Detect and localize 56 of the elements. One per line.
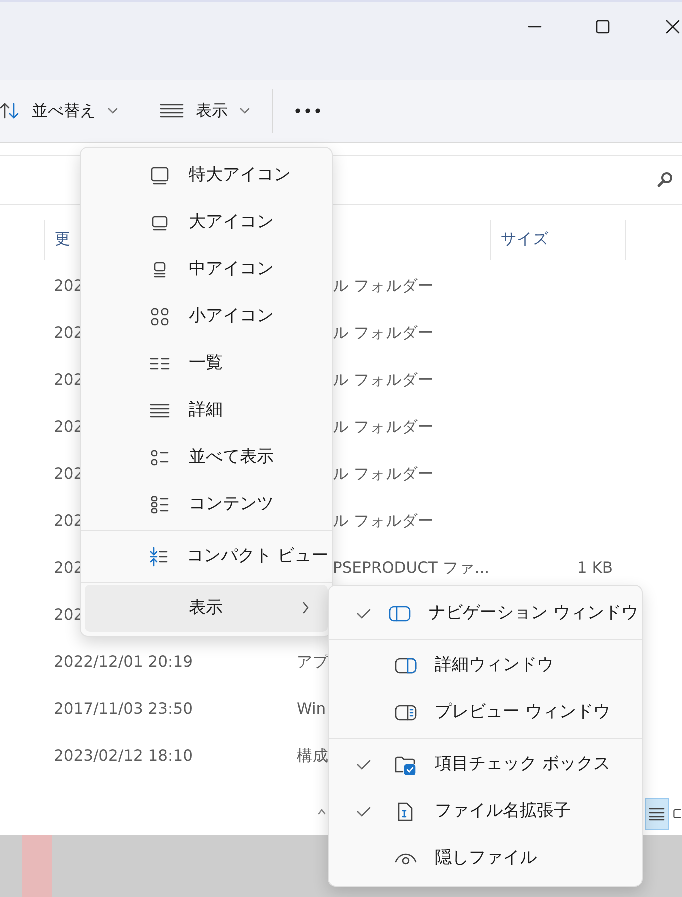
menu-item[interactable]: ナビゲーション ウィンドウ: [333, 590, 638, 637]
menu-item[interactable]: コンテンツ: [85, 481, 328, 528]
content-list-icon: [150, 494, 170, 514]
menu-item[interactable]: 詳細ウィンドウ: [333, 642, 638, 689]
chevron-right-icon: [302, 602, 310, 614]
preview-pane-icon: [395, 702, 417, 722]
type-cell: アプ: [297, 652, 329, 671]
menu-item[interactable]: 項目チェック ボックス: [333, 741, 638, 788]
caret-up-icon: [318, 808, 326, 815]
check-icon: [357, 608, 371, 620]
minimize-icon: [528, 26, 542, 28]
type-cell: ル フォルダー: [333, 370, 434, 389]
date-cell: 2023/02/12 18:10: [54, 746, 193, 765]
size-cell: 1 KB: [577, 558, 613, 577]
type-cell: 構成: [297, 746, 329, 765]
sort-arrows-icon: [0, 101, 20, 121]
menu-item[interactable]: 並べて表示: [85, 434, 328, 481]
tiles-icon: [150, 448, 170, 468]
type-cell: ル フォルダー: [333, 276, 434, 295]
column-header: サイズ: [490, 220, 625, 260]
folder-check-icon: [395, 754, 417, 774]
chevron-down-icon: [108, 106, 118, 116]
date-cell: 2017/11/03 23:50: [54, 700, 193, 718]
more-icon: [295, 108, 321, 114]
menu-item[interactable]: コンパクト ビュー: [85, 533, 328, 580]
pane-icon: [389, 604, 411, 624]
maximize-icon: [595, 19, 611, 35]
menu-item[interactable]: 詳細: [85, 387, 328, 434]
check-icon: [357, 758, 371, 770]
menu-item[interactable]: 特大アイコン: [85, 152, 328, 199]
pane-icon: [395, 656, 417, 676]
details-view-button[interactable]: [645, 798, 669, 830]
menu-item[interactable]: 表示: [85, 585, 328, 632]
compress-icon: [149, 546, 169, 566]
lines-icon: [649, 807, 665, 821]
grid-icon: [150, 306, 170, 326]
menu-item[interactable]: 小アイコン: [85, 293, 328, 340]
menu-item[interactable]: 一覧: [85, 340, 328, 387]
type-cell: ル フォルダー: [333, 418, 434, 436]
type-cell: Win: [297, 700, 326, 718]
menu-item[interactable]: プレビュー ウィンドウ: [333, 689, 638, 736]
screen-icon: [150, 166, 170, 186]
background-stripe: [22, 835, 52, 897]
chevron-down-icon: [240, 106, 250, 116]
check-icon: [357, 806, 371, 818]
type-cell: ル フォルダー: [333, 464, 434, 483]
menu-item[interactable]: ファイル名拡張子: [333, 788, 638, 835]
view-button[interactable]: 表示: [152, 93, 258, 129]
menu-item[interactable]: 隠しファイル: [333, 835, 638, 882]
type-cell: ル フォルダー: [333, 324, 434, 342]
sort-button[interactable]: 並べ替え: [0, 93, 126, 129]
search-icon: [656, 171, 674, 189]
type-cell: PSEPRODUCT ファ...: [333, 558, 490, 577]
close-icon: [665, 19, 681, 35]
type-cell: ル フォルダー: [333, 512, 434, 530]
date-cell: 2022/12/01 20:19: [54, 652, 193, 671]
